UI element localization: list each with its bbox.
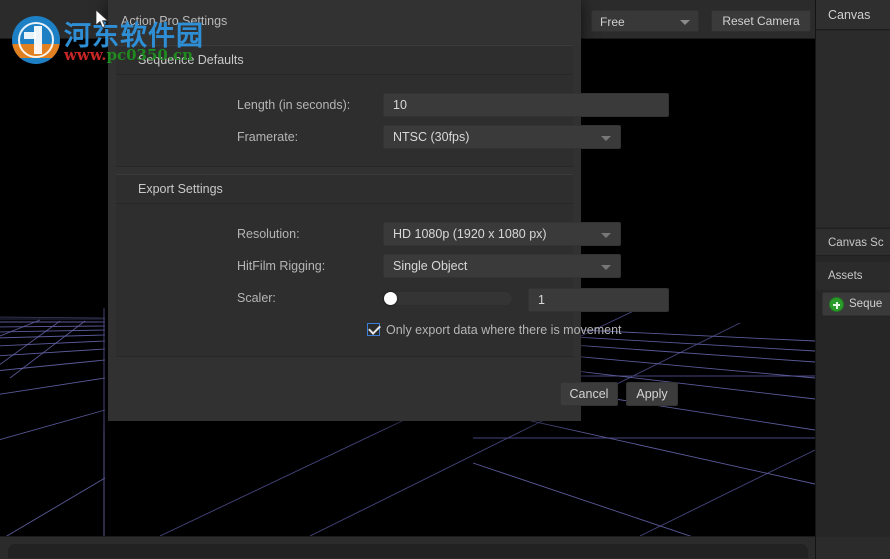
- sidebar-footer: [816, 537, 890, 559]
- length-in-seconds-input[interactable]: 10: [383, 93, 669, 117]
- timeline-bottom-bar[interactable]: [0, 536, 815, 559]
- cancel-button[interactable]: Cancel: [560, 382, 618, 406]
- scaler-slider-handle[interactable]: [384, 292, 397, 305]
- section-body-sequence-defaults: [116, 75, 573, 167]
- label-framerate: Framerate:: [237, 130, 299, 144]
- section-title-export-settings: Export Settings: [138, 182, 223, 196]
- hitfilm-rigging-value: Single Object: [393, 259, 468, 273]
- section-title-sequence-defaults: Sequence Defaults: [138, 53, 244, 67]
- mouse-cursor: [96, 10, 109, 29]
- dialog-title: Action Pro Settings: [121, 14, 228, 28]
- camera-mode-value: Free: [600, 15, 625, 29]
- dialog-titlebar[interactable]: Action Pro Settings: [108, 0, 581, 44]
- canvas-panel-body: [816, 31, 890, 227]
- chevron-down-icon: [601, 233, 611, 238]
- chevron-down-icon: [601, 265, 611, 270]
- section-header-export-settings: Export Settings: [116, 174, 573, 204]
- framerate-select[interactable]: NTSC (30fps): [383, 125, 621, 149]
- reset-camera-button[interactable]: Reset Camera: [711, 10, 811, 32]
- only-export-movement-label: Only export data where there is movement: [386, 323, 622, 337]
- section-header-sequence-defaults: Sequence Defaults: [116, 45, 573, 75]
- camera-mode-select[interactable]: Free: [591, 10, 699, 32]
- scaler-slider[interactable]: [383, 291, 513, 306]
- label-length-in-seconds: Length (in seconds):: [237, 98, 351, 112]
- chevron-down-icon: [680, 20, 690, 25]
- timeline-track[interactable]: [8, 544, 808, 558]
- app-window: Free Reset Camera Canvas Canvas Sc Asset…: [0, 0, 890, 559]
- scaler-value-input[interactable]: 1: [528, 288, 669, 312]
- tab-canvas[interactable]: Canvas: [816, 0, 890, 30]
- canvas-scale-section[interactable]: Canvas Sc: [816, 228, 890, 256]
- label-hitfilm-rigging: HitFilm Rigging:: [237, 259, 326, 273]
- framerate-value: NTSC (30fps): [393, 130, 470, 144]
- action-pro-settings-dialog: Action Pro Settings Sequence Defaults Le…: [108, 0, 678, 421]
- label-resolution: Resolution:: [237, 227, 300, 241]
- add-sequence-label: Seque: [849, 298, 883, 310]
- add-sequence-button[interactable]: Seque: [822, 292, 890, 316]
- label-scaler: Scaler:: [237, 291, 276, 305]
- plus-circle-icon: [829, 297, 844, 312]
- right-sidebar: Canvas Canvas Sc Assets Seque: [815, 0, 890, 559]
- assets-section: Assets: [816, 262, 890, 290]
- resolution-value: HD 1080p (1920 x 1080 px): [393, 227, 547, 241]
- resolution-select[interactable]: HD 1080p (1920 x 1080 px): [383, 222, 621, 246]
- apply-button[interactable]: Apply: [626, 382, 678, 406]
- hitfilm-rigging-select[interactable]: Single Object: [383, 254, 621, 278]
- chevron-down-icon: [601, 136, 611, 141]
